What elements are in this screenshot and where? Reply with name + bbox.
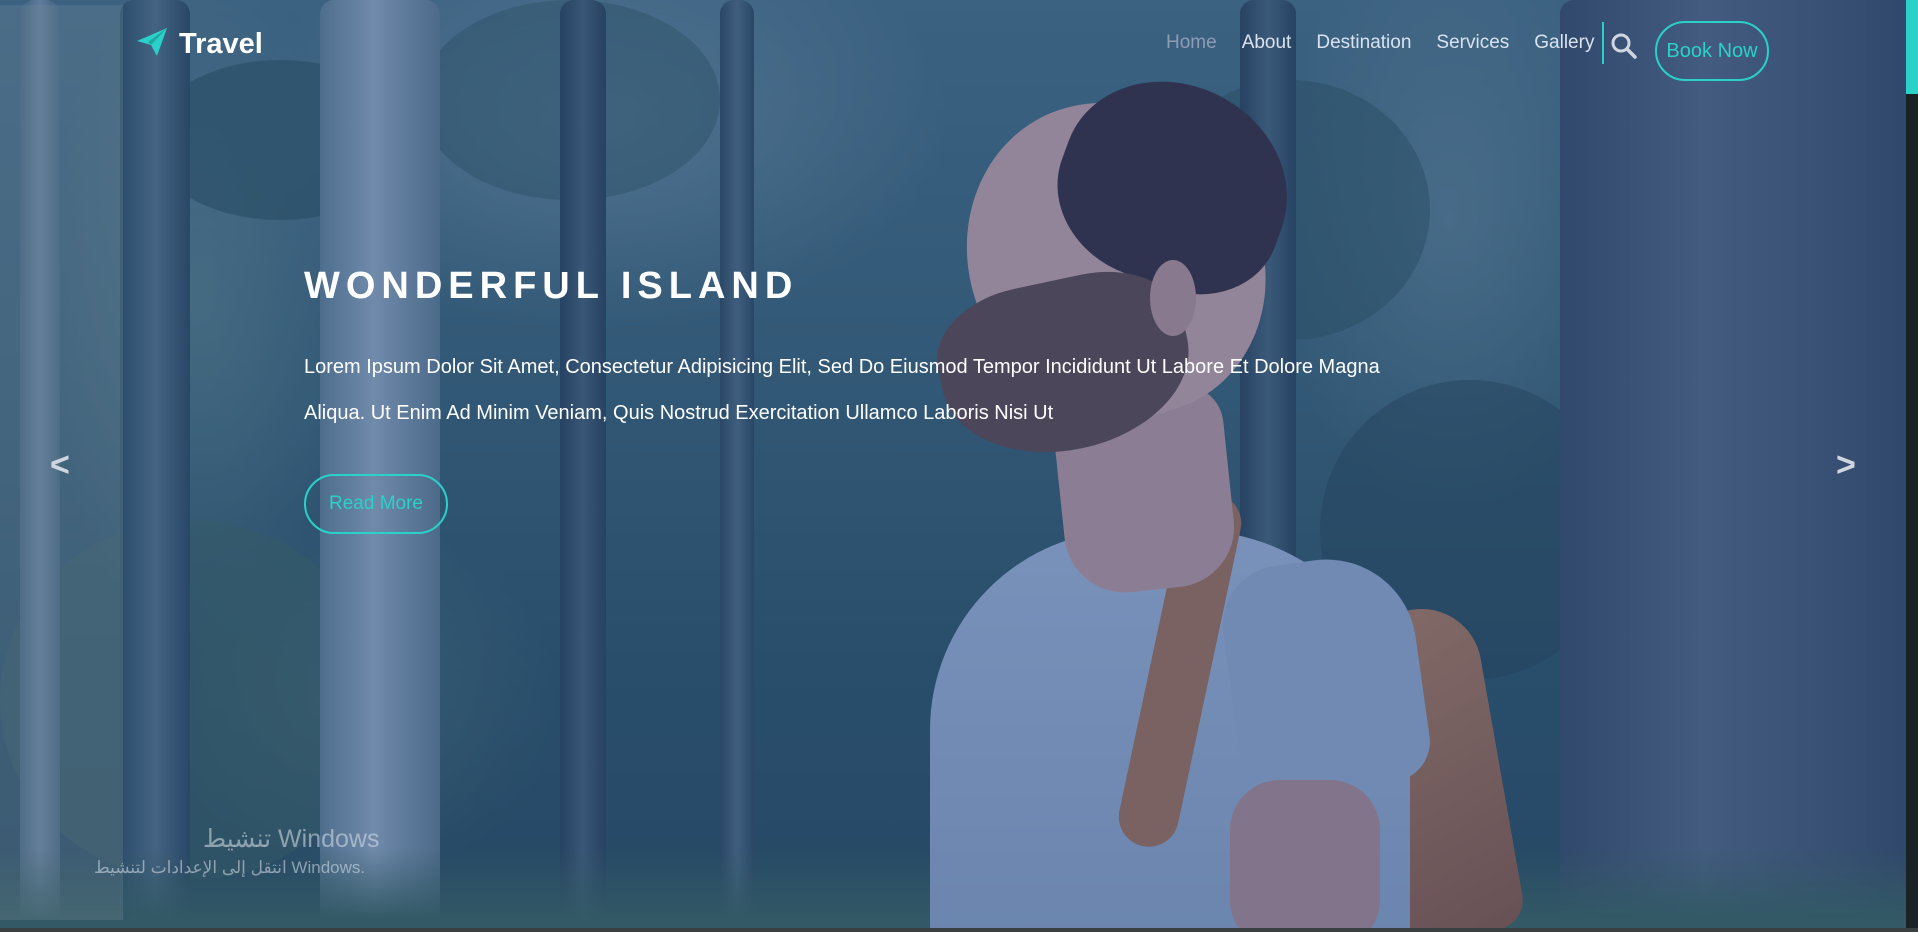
chevron-right-icon[interactable]: > (1836, 446, 1856, 485)
nav-services[interactable]: Services (1436, 32, 1509, 54)
read-more-button[interactable]: Read More (304, 474, 448, 534)
menu-divider (1602, 22, 1604, 64)
nav-about[interactable]: About (1242, 32, 1292, 54)
paper-plane-icon (135, 26, 169, 63)
blue-overlay (0, 0, 1906, 928)
chevron-left-icon[interactable]: < (50, 446, 70, 485)
hero-title: WONDERFUL ISLAND (304, 265, 799, 307)
nav-destination[interactable]: Destination (1316, 32, 1411, 54)
nav-home[interactable]: Home (1166, 32, 1217, 54)
main-menu: Home About Destination Services Gallery (1166, 32, 1619, 54)
scrollbar-track[interactable] (1906, 94, 1918, 932)
hero-background (0, 0, 1906, 928)
windows-activation-subtitle: انتقل إلى الإعدادات لتنشيط Windows. (94, 858, 366, 877)
hero-description: Lorem Ipsum Dolor Sit Amet, Consectetur … (304, 356, 1380, 424)
scrollbar-thumb[interactable] (1906, 0, 1918, 94)
search-icon[interactable] (1610, 32, 1638, 60)
bottom-edge (0, 928, 1918, 932)
navbar: Travel Home About Destination Services G… (0, 0, 1918, 100)
brand-name: Travel (179, 28, 263, 60)
windows-activation-title: تنشيط Windows (203, 825, 380, 853)
brand-logo[interactable]: Travel (135, 26, 263, 63)
nav-gallery[interactable]: Gallery (1534, 32, 1594, 54)
book-now-button[interactable]: Book Now (1655, 21, 1769, 81)
